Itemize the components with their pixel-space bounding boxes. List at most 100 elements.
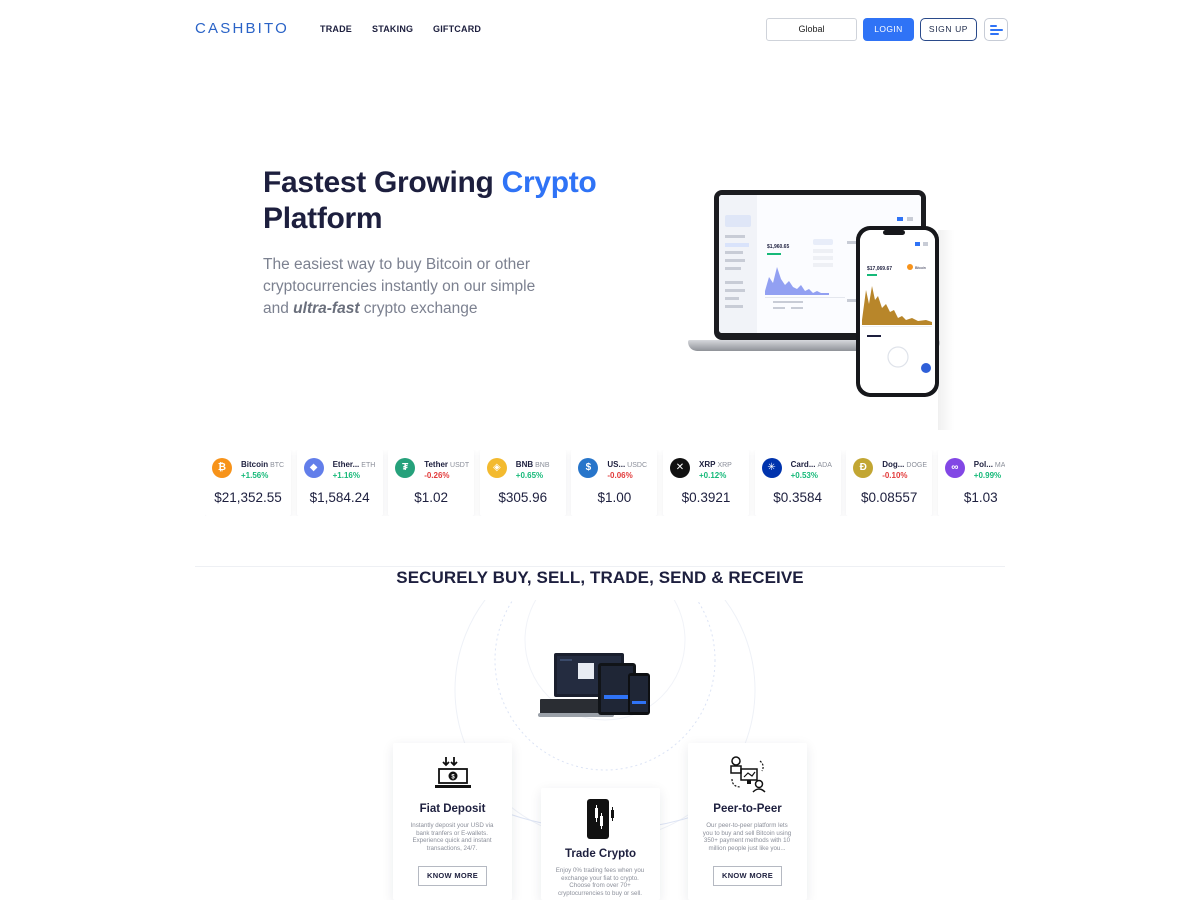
coin-name-label: Card...: [790, 460, 816, 469]
coin-icon: ◆: [303, 458, 324, 478]
ticker-card[interactable]: ✳ Card... ADA +0.53% $0.3584: [754, 450, 841, 516]
nav-trade[interactable]: TRADE: [320, 24, 352, 34]
coin-name: Tether USDT: [424, 460, 472, 469]
coin-name-label: XRP: [699, 460, 716, 469]
coin-price: $0.3584: [773, 490, 822, 505]
coin-name: Pol...MATIC: [974, 460, 1005, 469]
cashbito-logo[interactable]: CASHBITO: [195, 20, 289, 37]
ticker-card[interactable]: ₮ Tether USDT -0.26% $1.02: [388, 450, 475, 516]
menu-button[interactable]: [984, 18, 1008, 41]
coin-icon: ✳: [761, 458, 782, 478]
phone-screen: $17,069.67 Bitcoin: [860, 230, 935, 393]
feature-desc-trade-crypto: Enjoy 0% trading fees when you exchange …: [555, 867, 645, 897]
section-title: SECURELY BUY, SELL, TRADE, SEND & RECEIV…: [396, 568, 804, 587]
coin-name-label: BNB: [515, 460, 534, 469]
coin-change: -0.10%: [882, 471, 908, 480]
coin-price: $1,584.24: [309, 490, 370, 505]
phone-mockup: $17,069.67 Bitcoin: [856, 226, 939, 397]
device-shadow: [938, 230, 954, 430]
coin-symbol: ADA: [817, 462, 832, 469]
phone-notch: [883, 230, 905, 235]
coin-name: Bitcoin BTC: [241, 460, 289, 469]
coin-name: XRP XRP: [699, 460, 747, 469]
coin-price: $1.00: [597, 490, 632, 505]
coin-price: $1.02: [414, 490, 449, 505]
hero-title: Fastest Growing Crypto Platform: [263, 165, 623, 237]
coin-symbol: MATIC: [994, 462, 1005, 469]
section-divider: [195, 566, 1005, 567]
coin-symbol: XRP: [717, 462, 732, 469]
hero-subtitle-part2: crypto exchange: [359, 300, 478, 317]
ticker-card[interactable]: Ð Dog... DOGE -0.10% $0.08557: [846, 450, 933, 516]
coin-icon: ◈: [486, 458, 507, 478]
price-ticker: ₿ Bitcoin BTC +1.56% $21,352.55 ◆ Ether... ETH +…: [205, 450, 1005, 516]
feature-title-trade-crypto: Trade Crypto: [565, 848, 636, 860]
coin-name-label: Pol...: [973, 460, 993, 469]
coin-symbol: USDC: [627, 462, 648, 469]
login-button[interactable]: LOGIN: [863, 18, 914, 41]
hero-title-end: Platform: [263, 202, 383, 235]
nav-giftcard[interactable]: GIFTCARD: [433, 24, 481, 34]
coin-price: $0.08557: [861, 490, 918, 505]
coin-name-label: US...: [607, 460, 626, 469]
ticker-card[interactable]: ₿ Bitcoin BTC +1.56% $21,352.55: [205, 450, 291, 516]
coin-price: $305.96: [498, 490, 548, 505]
coin-name-label: Bitcoin: [241, 460, 269, 469]
coin-icon: ∞: [944, 458, 965, 478]
coin-change: +0.12%: [699, 471, 727, 480]
nav-staking[interactable]: STAKING: [372, 24, 413, 34]
cash-deposit-icon: $: [435, 757, 471, 788]
coin-name: Dog... DOGE: [882, 460, 930, 469]
coin-symbol: DOGE: [906, 462, 928, 469]
coin-symbol: BNB: [535, 462, 550, 469]
phone-balance: $17,069.67: [867, 266, 892, 272]
coin-name: US... USDC: [607, 460, 655, 469]
know-more-peer-to-peer-button[interactable]: KNOW MORE: [713, 866, 782, 886]
coin-icon: ₮: [395, 458, 416, 478]
signup-button[interactable]: SIGN UP: [920, 18, 977, 41]
ticker-card[interactable]: ✕ XRP XRP +0.12% $0.3921: [663, 450, 749, 516]
coin-change: -0.06%: [607, 471, 633, 480]
hero-title-main: Fastest Growing: [263, 166, 502, 199]
coin-change: +1.56%: [241, 471, 269, 480]
feature-title-fiat-deposit: Fiat Deposit: [419, 803, 486, 815]
coin-symbol: BTC: [270, 462, 285, 469]
coin-icon: $: [578, 458, 599, 478]
coin-name: BNB BNB: [516, 460, 564, 469]
ticker-card[interactable]: ◈ BNB BNB +0.65% $305.96: [479, 450, 566, 516]
hero-subtitle-emphasis: ultra-fast: [293, 300, 360, 317]
top-navbar: CASHBITO TRADE STAKING GIFTCARD Global L…: [0, 0, 1200, 58]
ticker-card[interactable]: ◆ Ether... ETH +1.16% $1,584.24: [296, 450, 383, 516]
region-select[interactable]: Global: [766, 18, 857, 41]
coin-icon: ✕: [670, 458, 690, 478]
coin-name-label: Ether...: [332, 460, 360, 469]
phone-app-illustration: $17,069.67 Bitcoin: [860, 230, 935, 393]
ticker-card[interactable]: ∞ Pol...MATIC +0.99% $1.03: [937, 450, 1005, 516]
coin-change: +1.16%: [332, 471, 360, 480]
coin-change: +0.99%: [973, 471, 1002, 480]
coin-name: Ether... ETH: [333, 460, 381, 469]
coin-symbol: ETH: [361, 462, 376, 469]
feature-card-trade-crypto: Trade Crypto Enjoy 0% trading fees when …: [541, 788, 660, 900]
hero-title-accent: Crypto: [501, 166, 597, 199]
coin-change: -0.26%: [424, 471, 450, 480]
coin-price: $21,352.55: [214, 490, 282, 505]
multi-device-illustration: [538, 653, 650, 717]
coin-name-label: Tether: [424, 460, 449, 469]
feature-desc-peer-to-peer: Our peer-to-peer platform lets you to bu…: [702, 822, 792, 852]
phone-candlestick-icon: [587, 799, 614, 839]
coin-icon: Ð: [853, 458, 874, 478]
feature-desc-fiat-deposit: Instantly deposit your USD via bank tran…: [410, 822, 494, 852]
feature-title-peer-to-peer: Peer-to-Peer: [713, 803, 782, 815]
feature-card-peer-to-peer: Peer-to-Peer Our peer-to-peer platform l…: [688, 743, 807, 900]
coin-symbol: USDT: [450, 462, 470, 469]
peer-exchange-icon: [730, 756, 766, 793]
phone-coin-label: Bitcoin: [915, 266, 926, 270]
know-more-fiat-deposit-button[interactable]: KNOW MORE: [418, 866, 487, 886]
page: CASHBITO TRADE STAKING GIFTCARD Global L…: [0, 0, 1200, 900]
coin-name: Card... ADA: [791, 460, 839, 469]
laptop-balance: $1,960.65: [767, 244, 789, 250]
coin-change: +0.53%: [790, 471, 818, 480]
ticker-card[interactable]: $ US... USDC -0.06% $1.00: [571, 450, 658, 516]
hero-subtitle: The easiest way to buy Bitcoin or other …: [263, 254, 553, 320]
